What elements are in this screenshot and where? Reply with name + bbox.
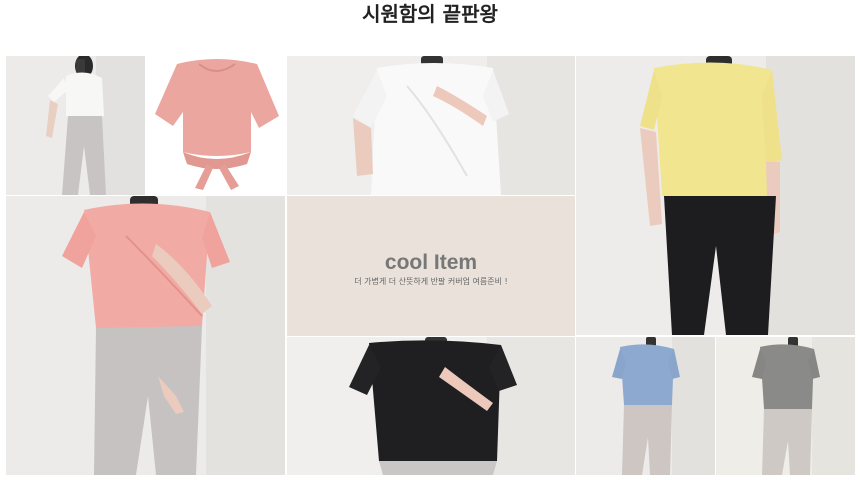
product-photo-grey-top[interactable] (716, 337, 855, 475)
promo-banner[interactable]: cool Item 더 가볍게 더 산뜻하게 반팔 커버업 여름준비 ! (287, 196, 575, 336)
product-photo-yellow-top[interactable] (576, 56, 855, 335)
promo-heading: cool Item (384, 251, 478, 274)
product-photo-black-top[interactable] (287, 337, 575, 475)
product-photo-pink-wrap-flat[interactable] (147, 56, 286, 195)
product-image (287, 56, 575, 195)
product-image (287, 337, 575, 475)
product-image (6, 56, 145, 195)
product-image (147, 56, 286, 195)
product-image (576, 337, 715, 475)
product-photo-blue-top[interactable] (576, 337, 715, 475)
product-gallery-page: 시원함의 끝판왕 cool Item 더 가볍게 더 산뜻하게 반팔 커버업 여… (0, 0, 860, 480)
photo-grid: cool Item 더 가볍게 더 산뜻하게 반팔 커버업 여름준비 ! (0, 0, 860, 480)
product-photo-white-top-closeup[interactable] (287, 56, 575, 195)
product-image (6, 196, 285, 475)
product-photo-pink-top[interactable] (6, 196, 285, 475)
product-image (716, 337, 855, 475)
product-image (576, 56, 855, 335)
promo-subtitle: 더 가볍게 더 산뜻하게 반팔 커버업 여름준비 ! (354, 277, 508, 286)
product-photo-white-top[interactable] (6, 56, 145, 195)
